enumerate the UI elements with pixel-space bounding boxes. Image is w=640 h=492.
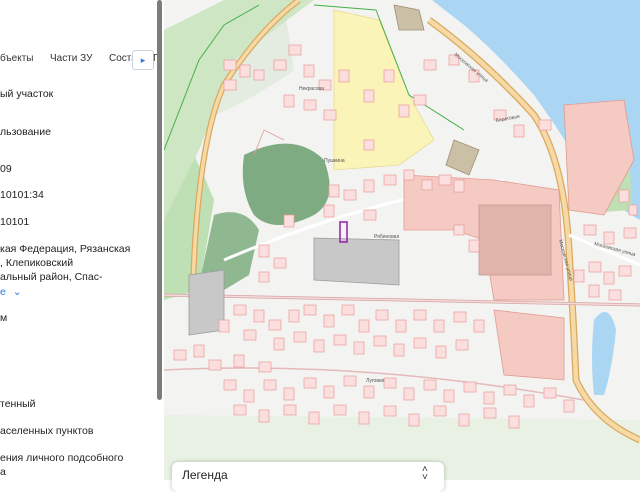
factory-building bbox=[478, 204, 552, 276]
wetland-forest bbox=[242, 143, 330, 225]
warehouse-building bbox=[313, 237, 400, 286]
tab-objects[interactable]: бъекты bbox=[0, 53, 33, 64]
permitted-use-line-1: ения личного подсобного bbox=[0, 452, 124, 464]
area-value: м bbox=[0, 312, 8, 324]
parcel-type-value: ый участок bbox=[0, 88, 54, 100]
street-label-nekrasova: Некрасова bbox=[299, 86, 324, 92]
street-label-pushkina: Пушкина bbox=[324, 158, 345, 164]
industrial-zone-south bbox=[493, 309, 565, 381]
tab-parts[interactable]: Части ЗУ bbox=[50, 53, 92, 64]
tab-bar: бъекты Части ЗУ Соста ▸ Г bbox=[0, 50, 164, 70]
address-line-1: кая Федерация, Рязанская bbox=[0, 243, 131, 255]
map-canvas[interactable]: Некрасова Пушкина Рябиновая Московская у… bbox=[164, 0, 640, 480]
tabs-next-button[interactable]: ▸ bbox=[132, 50, 154, 70]
legend-panel[interactable]: Легенда ˄ ˅ bbox=[172, 462, 444, 492]
chevron-down-icon: ⌄ bbox=[12, 286, 22, 298]
panel-scrollbar[interactable] bbox=[157, 0, 162, 400]
address-more-link[interactable]: е ⌄ bbox=[0, 286, 22, 299]
info-panel: бъекты Части ЗУ Соста ▸ Г ый участок льз… bbox=[0, 0, 164, 480]
chevron-down-icon: ˅ bbox=[422, 472, 428, 483]
permitted-use-line-2: а bbox=[0, 466, 6, 478]
cadastral-quarter-value: 10101 bbox=[0, 216, 30, 228]
address-line-3: альный район, Спас- bbox=[0, 271, 103, 283]
number-value: 09 bbox=[0, 163, 12, 175]
use-label: льзование bbox=[0, 126, 51, 138]
street-label-lugovaya: Луговая bbox=[366, 378, 385, 384]
land-category-value: аселенных пунктов bbox=[0, 425, 94, 437]
more-link-text: е bbox=[0, 286, 6, 298]
street-label-ryabinovaya: Рябиновая bbox=[374, 234, 399, 240]
address-line-2: , Клепиковский bbox=[0, 257, 74, 269]
map-view[interactable]: Некрасова Пушкина Рябиновая Московская у… bbox=[164, 0, 640, 480]
cadastral-number-value: 10101:34 bbox=[0, 189, 44, 201]
status-value: тенный bbox=[0, 398, 36, 410]
